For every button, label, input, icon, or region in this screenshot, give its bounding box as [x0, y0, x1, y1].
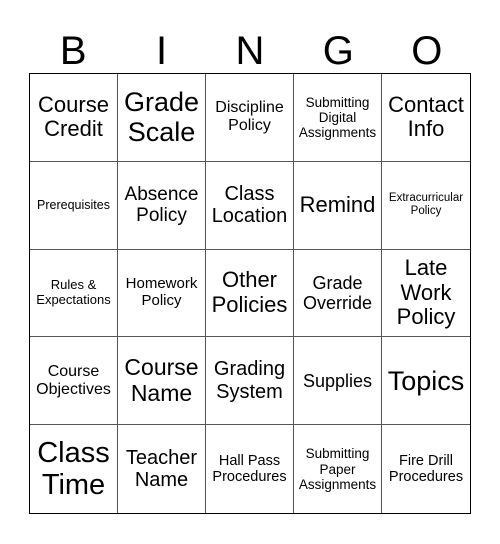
bingo-cell[interactable]: Discipline Policy: [206, 74, 294, 162]
cell-label: Late Work Policy: [396, 255, 456, 330]
header-letter-o: O: [411, 29, 443, 73]
cell-label: Other Policies: [211, 267, 288, 317]
cell-label: Class Location: [211, 182, 288, 228]
cell-label: Supplies: [302, 370, 373, 391]
bingo-cell[interactable]: Late Work Policy: [382, 250, 470, 338]
cell-label: Contact Info: [388, 91, 464, 142]
bingo-cell[interactable]: Course Credit: [30, 74, 118, 162]
bingo-cell[interactable]: Grading System: [206, 337, 294, 426]
bingo-cell[interactable]: Submitting Paper Assignments: [294, 425, 382, 513]
bingo-cell[interactable]: Course Objectives: [30, 337, 118, 426]
cell-label: Submitting Digital Assignments: [298, 94, 377, 140]
cell-label: Rules & Expectations: [36, 277, 111, 307]
bingo-cell[interactable]: Hall Pass Procedures: [206, 425, 294, 513]
cell-label: Course Objectives: [36, 362, 111, 398]
cell-label: Topics: [387, 365, 465, 396]
bingo-cell[interactable]: Extracurricular Policy: [382, 162, 470, 250]
cell-label: Remind: [299, 191, 376, 217]
cell-label: Course Name: [124, 354, 199, 406]
bingo-cell[interactable]: Contact Info: [382, 74, 470, 162]
bingo-cell[interactable]: Class Location: [206, 161, 294, 250]
bingo-cell[interactable]: Homework Policy: [118, 249, 206, 338]
bingo-card-grid: Course Credit Grade Scale Discipline Pol…: [29, 73, 471, 514]
header-letter-n: N: [235, 29, 265, 73]
bingo-cell[interactable]: Fire Drill Procedures: [382, 425, 470, 513]
header-letter-i: I: [156, 29, 168, 73]
bingo-cell[interactable]: Absence Policy: [118, 161, 206, 250]
bingo-cell[interactable]: Course Name: [118, 337, 206, 426]
cell-label: Prerequisites: [37, 198, 110, 213]
cell-label: Discipline Policy: [215, 99, 284, 135]
cell-label: Grade Override: [302, 272, 373, 313]
bingo-cell[interactable]: Remind: [294, 161, 382, 250]
bingo-header: B I N G O: [29, 30, 471, 72]
cell-label: Class Time: [37, 436, 110, 502]
cell-label: Grading System: [213, 358, 286, 403]
bingo-cell[interactable]: Grade Override: [294, 249, 382, 338]
bingo-cell[interactable]: Teacher Name: [118, 425, 206, 513]
header-letter-b: B: [59, 29, 87, 73]
bingo-cell[interactable]: Supplies: [294, 337, 382, 426]
bingo-cell[interactable]: Class Time: [30, 425, 118, 513]
bingo-cell[interactable]: Other Policies: [206, 249, 294, 338]
cell-label: Absence Policy: [124, 183, 199, 227]
cell-label: Homework Policy: [125, 275, 198, 309]
bingo-cell[interactable]: Prerequisites: [30, 161, 118, 250]
cell-label: Teacher Name: [125, 446, 198, 492]
bingo-cell[interactable]: Topics: [382, 337, 470, 426]
bingo-cell[interactable]: Rules & Expectations: [30, 249, 118, 338]
cell-label: Grade Scale: [123, 87, 200, 148]
cell-label: Fire Drill Procedures: [388, 452, 464, 486]
header-letter-g: G: [322, 29, 354, 73]
cell-label: Course Credit: [38, 91, 109, 142]
cell-label: Submitting Paper Assignments: [298, 446, 377, 492]
cell-label: Extracurricular Policy: [388, 192, 464, 218]
cell-label: Hall Pass Procedures: [212, 452, 287, 486]
bingo-cell[interactable]: Submitting Digital Assignments: [294, 74, 382, 162]
bingo-cell[interactable]: Grade Scale: [118, 74, 206, 162]
